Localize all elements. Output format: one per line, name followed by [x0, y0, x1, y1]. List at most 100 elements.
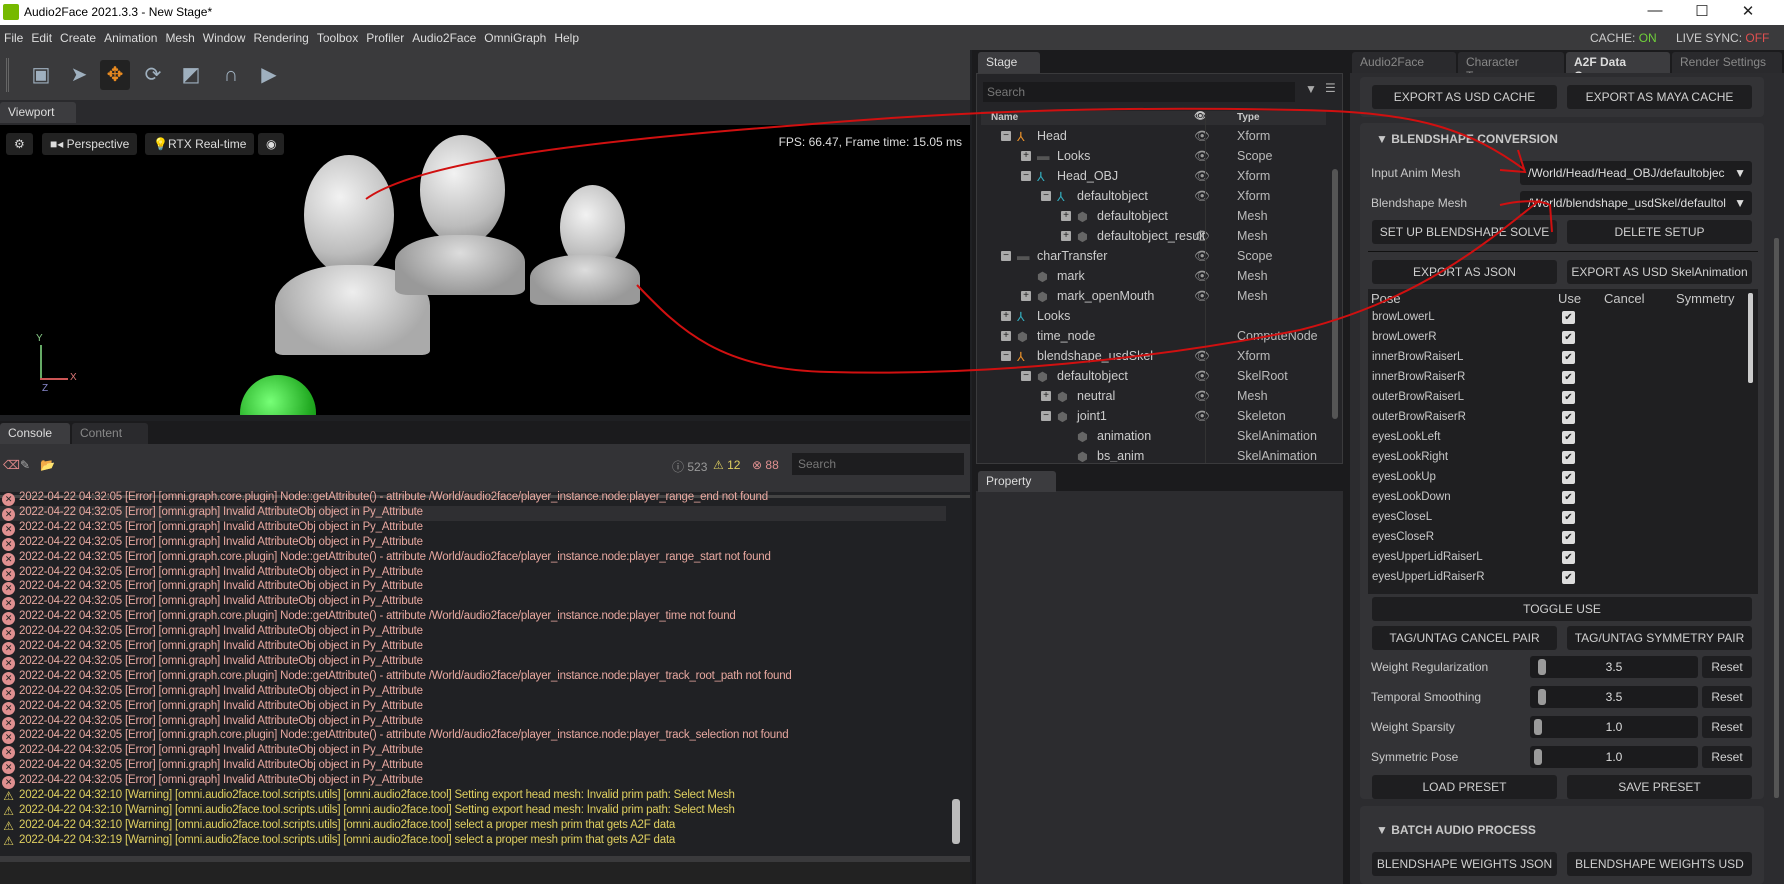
- folder-icon[interactable]: 📂: [40, 458, 55, 472]
- log-line[interactable]: ✕ 2022-04-22 04:32:05 [Error] [omni.graph…: [2, 640, 423, 655]
- minimize-button[interactable]: —: [1640, 2, 1670, 22]
- stage-row[interactable]: ⬢ animation SkelAnimation: [981, 426, 1321, 446]
- stage-row[interactable]: + ⬢ time_node ComputeNode: [981, 326, 1321, 346]
- log-line[interactable]: ⚠ 2022-04-22 04:32:10 [Warning] [omni.aud…: [2, 789, 735, 804]
- log-line[interactable]: ✕ 2022-04-22 04:32:05 [Error] [omni.graph…: [2, 566, 423, 581]
- menu-create[interactable]: Create: [56, 25, 100, 45]
- input-anim-mesh-dropdown[interactable]: /World/Head/Head_OBJ/defaultobjec ▼: [1520, 161, 1752, 185]
- save-preset-button[interactable]: SAVE PRESET: [1567, 775, 1752, 799]
- rotate-tool-icon[interactable]: ⟳: [138, 60, 168, 90]
- log-line[interactable]: ✕ 2022-04-22 04:32:05 [Error] [omni.graph…: [2, 610, 736, 626]
- stage-row[interactable]: + ⬢ defaultobject_result 👁 Mesh: [981, 226, 1321, 246]
- tab-character-transfer[interactable]: Character Tran...: [1458, 52, 1564, 83]
- slider[interactable]: 1.0: [1530, 746, 1698, 768]
- log-line[interactable]: ✕ 2022-04-22 04:32:05 [Error] [omni.graph…: [2, 625, 423, 641]
- log-line[interactable]: ✕ 2022-04-22 04:32:05 [Error] [omni.graph…: [2, 744, 423, 760]
- stage-row[interactable]: + ▬ Looks 👁 Scope: [981, 146, 1321, 166]
- log-line[interactable]: ✕ 2022-04-22 04:32:05 [Error] [omni.graph…: [2, 491, 768, 506]
- visibility-eye-icon[interactable]: 👁: [1194, 189, 1210, 204]
- use-checkbox[interactable]: ✔: [1562, 471, 1575, 484]
- export-maya-cache-button[interactable]: EXPORT AS MAYA CACHE: [1567, 85, 1752, 109]
- pose-row[interactable]: eyesLookUp ✔: [1370, 468, 1735, 488]
- export-as-json-button[interactable]: EXPORT AS JSON: [1372, 260, 1557, 284]
- log-line[interactable]: ✕ 2022-04-22 04:32:05 [Error] [omni.graph…: [2, 536, 423, 551]
- toggle-use-button[interactable]: TOGGLE USE: [1372, 597, 1752, 621]
- log-line[interactable]: ✕ 2022-04-22 04:32:05 [Error] [omni.graph…: [2, 521, 423, 536]
- delete-setup-button[interactable]: DELETE SETUP: [1567, 220, 1752, 244]
- use-checkbox[interactable]: ✔: [1562, 331, 1575, 344]
- reset-button[interactable]: Reset: [1702, 686, 1752, 708]
- stage-row[interactable]: − ⅄ Head 👁 Xform: [981, 126, 1321, 146]
- load-preset-button[interactable]: LOAD PRESET: [1372, 775, 1557, 799]
- viewport-canvas[interactable]: ⚙ ■◂ Perspective 💡RTX Real-time ◉ FPS: 6…: [0, 125, 970, 415]
- settings-gear-icon[interactable]: ⚙: [6, 133, 33, 155]
- tab-render-settings[interactable]: Render Settings: [1672, 52, 1782, 73]
- log-line[interactable]: ✕ 2022-04-22 04:32:05 [Error] [omni.graph…: [2, 774, 423, 790]
- pose-row[interactable]: eyesCloseR ✔: [1370, 528, 1735, 548]
- use-checkbox[interactable]: ✔: [1562, 571, 1575, 584]
- slider[interactable]: 3.5: [1530, 686, 1698, 708]
- menu-omnigraph[interactable]: OmniGraph: [480, 25, 550, 45]
- use-checkbox[interactable]: ✔: [1562, 551, 1575, 564]
- use-checkbox[interactable]: ✔: [1562, 411, 1575, 424]
- pose-row[interactable]: eyesLookLeft ✔: [1370, 428, 1735, 448]
- clear-console-icon[interactable]: ⌫: [3, 458, 20, 472]
- collapse-icon[interactable]: −: [1041, 191, 1051, 201]
- log-line[interactable]: ✕ 2022-04-22 04:32:05 [Error] [omni.graph…: [2, 506, 423, 521]
- pose-row[interactable]: outerBrowRaiserL ✔: [1370, 388, 1735, 408]
- collapse-icon[interactable]: −: [1041, 411, 1051, 421]
- stage-row[interactable]: − ⬢ joint1 👁 Skeleton: [981, 406, 1321, 426]
- select-arrow-icon[interactable]: ➤: [64, 60, 94, 90]
- scale-tool-icon[interactable]: ◩: [176, 60, 206, 90]
- visibility-eye-icon[interactable]: 👁: [1194, 349, 1210, 364]
- tag-cancel-pair-button[interactable]: TAG/UNTAG CANCEL PAIR: [1372, 626, 1557, 650]
- menu-audio2face[interactable]: Audio2Face: [408, 25, 480, 45]
- log-line[interactable]: ✕ 2022-04-22 04:32:05 [Error] [omni.graph…: [2, 685, 423, 700]
- stage-row[interactable]: − ⅄ blendshape_usdSkel 👁 Xform: [981, 346, 1321, 366]
- visibility-eye-icon[interactable]: 👁: [1194, 289, 1210, 304]
- pose-row[interactable]: eyesCloseL ✔: [1370, 508, 1735, 528]
- blendshape-weights-json-button[interactable]: BLENDSHAPE WEIGHTS JSON: [1372, 852, 1557, 876]
- select-mode-icon[interactable]: ▣: [26, 60, 56, 90]
- stage-row[interactable]: + ⅄ Looks: [981, 306, 1321, 326]
- visibility-eye-icon[interactable]: 👁: [1194, 129, 1210, 144]
- menu-edit[interactable]: Edit: [27, 25, 56, 45]
- use-checkbox[interactable]: ✔: [1562, 351, 1575, 364]
- visibility-eye-icon[interactable]: 👁: [1194, 369, 1210, 384]
- use-checkbox[interactable]: ✔: [1562, 451, 1575, 464]
- toolbar-grip[interactable]: [6, 58, 9, 92]
- pose-row[interactable]: eyesUpperLidRaiserR ✔: [1370, 568, 1735, 588]
- stage-scrollbar[interactable]: [1332, 169, 1338, 419]
- pose-row[interactable]: outerBrowRaiserR ✔: [1370, 408, 1735, 428]
- info-filter[interactable]: ⓘ 523: [672, 458, 707, 475]
- use-checkbox[interactable]: ✔: [1562, 511, 1575, 524]
- filter-icon[interactable]: ▼: [1305, 82, 1317, 96]
- pose-row[interactable]: innerBrowRaiserL ✔: [1370, 348, 1735, 368]
- head-model-1[interactable]: [304, 155, 394, 275]
- expand-icon[interactable]: +: [1021, 291, 1031, 301]
- stage-row[interactable]: − ⅄ Head_OBJ 👁 Xform: [981, 166, 1321, 186]
- visibility-eye-icon[interactable]: 👁: [1194, 269, 1210, 284]
- tab-viewport[interactable]: Viewport: [0, 102, 76, 123]
- pose-row[interactable]: eyesLookDown ✔: [1370, 488, 1735, 508]
- collapse-icon[interactable]: −: [1021, 171, 1031, 181]
- log-line[interactable]: ✕ 2022-04-22 04:32:05 [Error] [omni.graph…: [2, 729, 789, 745]
- expand-icon[interactable]: +: [1061, 231, 1071, 241]
- snap-magnet-icon[interactable]: ∩: [216, 60, 246, 90]
- pose-row[interactable]: eyesLookRight ✔: [1370, 448, 1735, 468]
- pose-row[interactable]: browLowerR ✔: [1370, 328, 1735, 348]
- slider[interactable]: 1.0: [1530, 716, 1698, 738]
- export-usd-cache-button[interactable]: EXPORT AS USD CACHE: [1372, 85, 1557, 109]
- camera-perspective-button[interactable]: ■◂ Perspective: [42, 133, 138, 155]
- visibility-eye-icon[interactable]: 👁: [1194, 149, 1210, 164]
- head-model-2[interactable]: [420, 135, 505, 245]
- batch-collapse[interactable]: ▼ BATCH AUDIO PROCESS: [1376, 823, 1536, 837]
- close-button[interactable]: ✕: [1733, 2, 1763, 22]
- menu-file[interactable]: File: [0, 25, 27, 45]
- log-line[interactable]: ✕ 2022-04-22 04:32:05 [Error] [omni.graph…: [2, 595, 423, 611]
- expand-icon[interactable]: +: [1021, 151, 1031, 161]
- stage-row[interactable]: − ▬ charTransfer 👁 Scope: [981, 246, 1321, 266]
- play-icon[interactable]: ▶: [254, 60, 284, 90]
- log-line[interactable]: ⚠ 2022-04-22 04:32:19 [Warning] [omni.aud…: [2, 834, 675, 849]
- console-command-input[interactable]: [0, 856, 970, 884]
